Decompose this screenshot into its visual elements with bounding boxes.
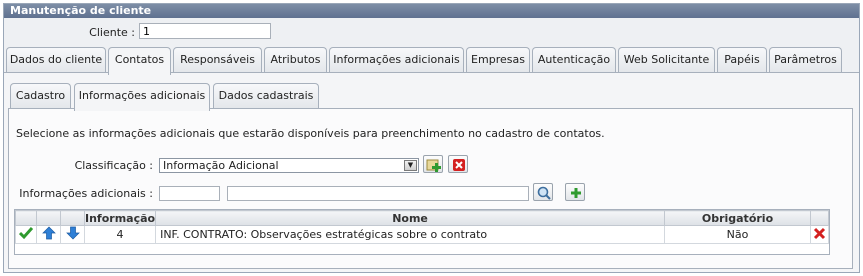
tab-informacoes-adicionais[interactable]: Informações adicionais [329, 47, 464, 73]
tab-dados-do-cliente[interactable]: Dados do cliente [6, 47, 106, 73]
cell-obrigatorio: Não [664, 225, 811, 244]
tab-contatos[interactable]: Contatos [108, 47, 171, 75]
col-header-action-down [60, 210, 85, 226]
classificacao-label: Classificação : [74, 159, 153, 172]
informacoes-adicionais-panel: Selecione as informações adicionais que … [8, 108, 853, 269]
row-down-cell[interactable] [60, 225, 85, 244]
informacoes-adicionais-label: Informações adicionais : [19, 187, 153, 200]
client-input[interactable] [139, 23, 271, 39]
classificacao-value: Informação Adicional [163, 159, 279, 172]
delete-icon[interactable] [813, 227, 826, 240]
col-header-informacao[interactable]: Informação [83, 210, 157, 226]
arrow-down-icon[interactable] [65, 226, 80, 240]
tab-atributos[interactable]: Atributos [264, 47, 327, 73]
row-delete-cell[interactable] [810, 225, 829, 244]
client-row: Cliente : [4, 23, 859, 43]
info-description-input[interactable] [227, 186, 529, 201]
cell-informacao: 4 [83, 225, 157, 244]
search-button[interactable] [533, 183, 553, 201]
client-label: Cliente : [89, 26, 135, 39]
description-text: Selecione as informações adicionais que … [16, 127, 605, 140]
tab-autenticacao[interactable]: Autenticação [532, 47, 616, 73]
cell-nome: INF. CONTRATO: Observações estratégicas … [155, 225, 665, 244]
add-icon [426, 159, 441, 172]
dropdown-arrow-icon[interactable]: ▼ [404, 160, 417, 171]
tab-web-solicitante[interactable]: Web Solicitante [618, 47, 715, 73]
row-confirm-cell[interactable] [15, 225, 37, 244]
add-info-button[interactable] [565, 183, 585, 201]
col-header-obrigatorio[interactable]: Obrigatório [664, 210, 811, 226]
subtab-informacoes-adicionais[interactable]: Informações adicionais [74, 83, 210, 111]
row-up-cell[interactable] [36, 225, 61, 244]
arrow-up-icon[interactable] [41, 226, 56, 240]
tab-empresas[interactable]: Empresas [466, 47, 530, 73]
tab-responsaveis[interactable]: Responsáveis [173, 47, 262, 73]
add-classificacao-button[interactable] [423, 155, 443, 173]
classificacao-select[interactable]: Informação Adicional ▼ [159, 158, 419, 173]
tab-papeis[interactable]: Papéis [717, 47, 767, 73]
panel-title: Manutenção de cliente [4, 4, 859, 18]
info-grid: Informação Nome Obrigatório 4 INF. CONTR… [14, 209, 830, 255]
subtab-cadastro[interactable]: Cadastro [10, 83, 71, 109]
col-header-action-confirm [15, 210, 37, 226]
col-header-action-delete [810, 210, 829, 226]
search-icon [537, 186, 551, 200]
col-header-nome[interactable]: Nome [155, 210, 665, 226]
tab-parametros[interactable]: Parâmetros [769, 47, 842, 73]
info-code-input[interactable] [159, 186, 220, 201]
subtab-dados-cadastrais[interactable]: Dados cadastrais [213, 83, 319, 109]
check-icon[interactable] [18, 226, 34, 240]
contatos-tab-content: Cadastro Informações adicionais Dados ca… [4, 72, 859, 272]
table-row[interactable]: 4 INF. CONTRATO: Observações estratégica… [15, 225, 829, 244]
remove-classificacao-button[interactable] [448, 155, 468, 173]
add-icon [571, 188, 581, 198]
delete-icon [453, 159, 465, 171]
client-maintenance-panel: Manutenção de cliente Cliente : Dados do… [3, 3, 860, 273]
col-header-action-up [36, 210, 61, 226]
